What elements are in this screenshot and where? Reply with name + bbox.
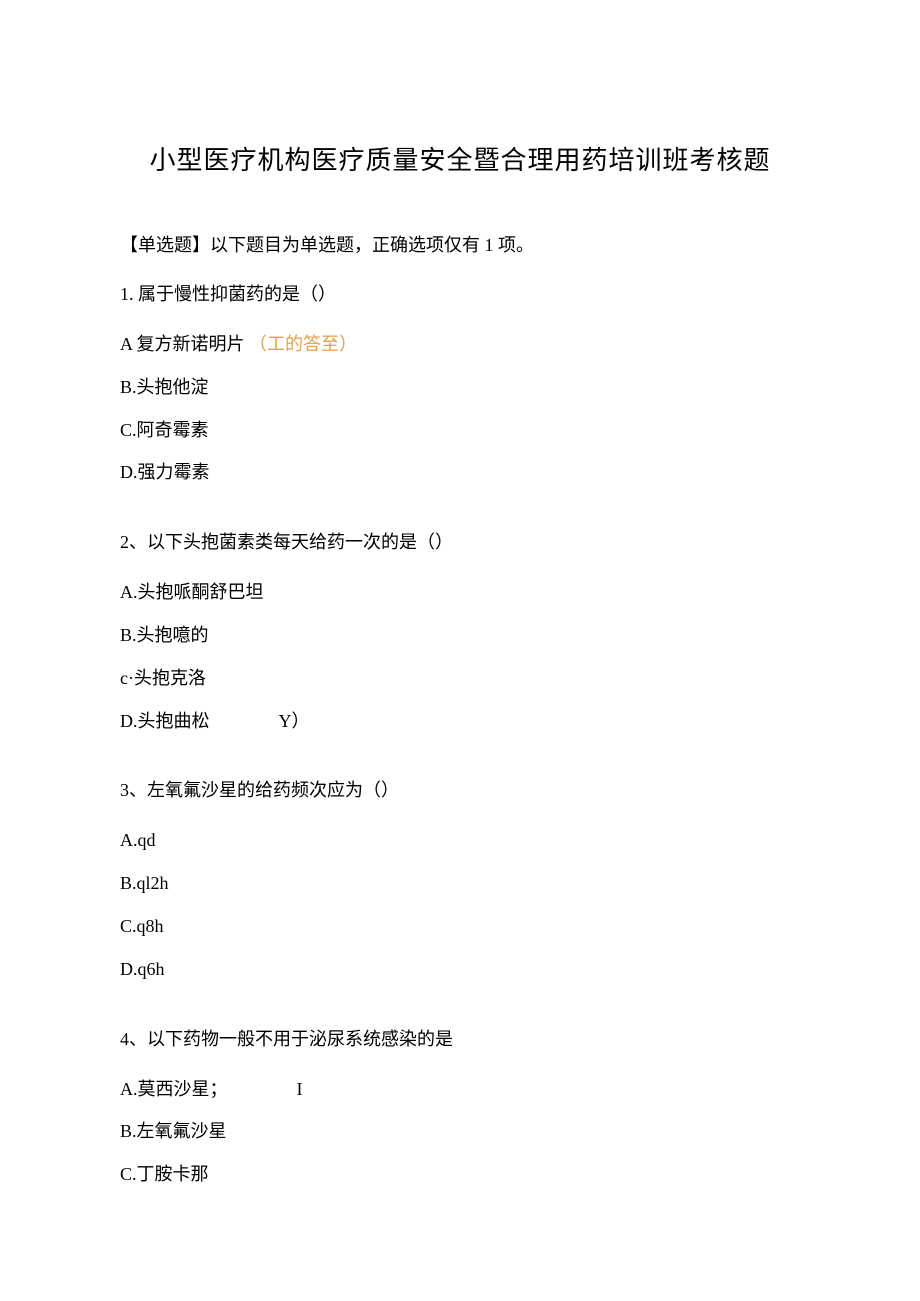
option-label: A.莫西沙星；: [120, 1079, 228, 1099]
question-stem: 3、左氧氟沙星的给药频次应为（）: [120, 777, 800, 804]
document-title: 小型医疗机构医疗质量安全暨合理用药培训班考核题: [120, 140, 800, 177]
option: A.莫西沙星； I: [120, 1075, 800, 1104]
document-page: 小型医疗机构医疗质量安全暨合理用药培训班考核题 【单选题】以下题目为单选题，正确…: [0, 0, 920, 1263]
option: D.强力霉素: [120, 458, 800, 487]
spacer: [120, 501, 800, 529]
option: B.头抱噫的: [120, 621, 800, 650]
option: B.左氧氟沙星: [120, 1117, 800, 1146]
option: B.ql2h: [120, 869, 800, 898]
option: B.头抱他淀: [120, 373, 800, 402]
option-label: A 复方新诺明片: [120, 334, 245, 354]
option: D.头抱曲松 Y）: [120, 707, 800, 736]
option: C.阿奇霉素: [120, 416, 800, 445]
option: A.头抱哌酮舒巴坦: [120, 578, 800, 607]
option-label: D.头抱曲松: [120, 711, 210, 731]
option: C.丁胺卡那: [120, 1160, 800, 1189]
option: D.q6h: [120, 955, 800, 984]
option-suffix: Y）: [279, 711, 310, 731]
answer-annotation: （工的答至）: [249, 334, 357, 354]
question-stem: 2、以下头抱菌素类每天给药一次的是（）: [120, 529, 800, 556]
option: A 复方新诺明片 （工的答至）: [120, 330, 800, 359]
option: C.q8h: [120, 912, 800, 941]
option: c·头抱克洛: [120, 664, 800, 693]
option: A.qd: [120, 826, 800, 855]
question-stem: 1. 属于慢性抑菌药的是（）: [120, 281, 800, 308]
instruction-text: 【单选题】以下题目为单选题，正确选项仅有 1 项。: [120, 232, 800, 259]
question-stem: 4、以下药物一般不用于泌尿系统感染的是: [120, 1026, 800, 1053]
option-suffix: I: [297, 1079, 303, 1099]
spacer: [120, 749, 800, 777]
spacer: [120, 998, 800, 1026]
